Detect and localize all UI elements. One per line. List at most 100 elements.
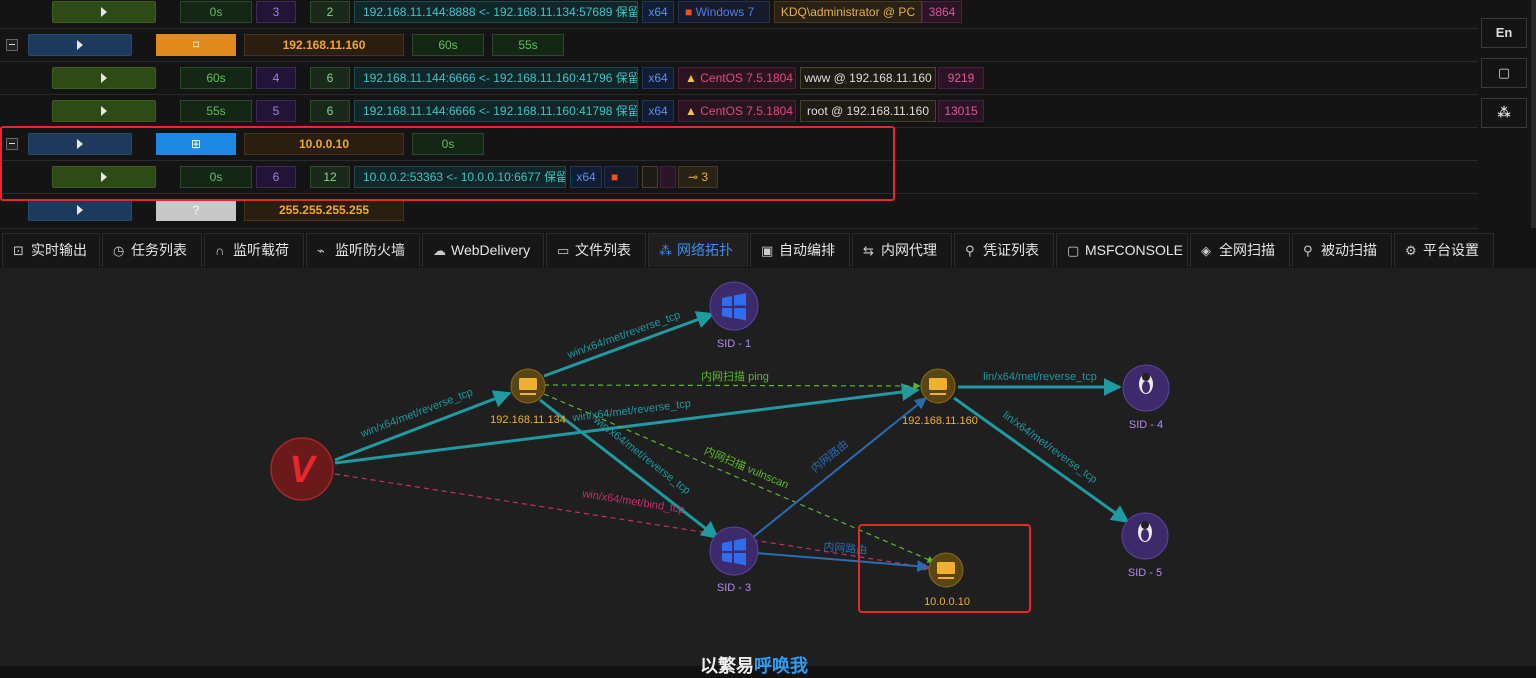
os-badge: ▲ CentOS 7.5.1804 xyxy=(678,100,796,122)
expand-button[interactable] xyxy=(52,1,156,23)
edge-scan-ping xyxy=(543,382,921,390)
heartbeat-time: 55s xyxy=(180,100,252,122)
tab-realtime-output[interactable]: ⊡ 实时输出 xyxy=(2,233,100,267)
computer-icon xyxy=(519,378,537,390)
os-badge: ■ Windows 7 xyxy=(678,1,770,23)
linux-host-icon: ⌑ xyxy=(192,38,200,52)
pid-badge: 3864 xyxy=(922,1,962,23)
node-label: SID - 3 xyxy=(717,582,751,594)
user-badge: KDQ\administrator @ PC xyxy=(774,1,922,23)
session-count: 6 xyxy=(310,100,350,122)
tab-label: WebDelivery xyxy=(451,242,531,258)
node-label: 192.168.11.134 xyxy=(490,414,566,426)
tab-msfconsole[interactable]: ▢ MSFCONSOLE xyxy=(1056,233,1188,267)
tab-label: 文件列表 xyxy=(575,242,631,258)
key-icon: ⚲ xyxy=(965,243,975,258)
edge-label: win/x64/met/reverse_tcp xyxy=(565,309,682,361)
tab-label: 任务列表 xyxy=(131,242,187,258)
edge-134-sid1 xyxy=(543,311,715,378)
tab-label: 实时输出 xyxy=(31,242,87,258)
host-row[interactable]: ⌑ 192.168.11.160 60s 55s xyxy=(0,29,1478,62)
host-ip: 255.255.255.255 xyxy=(244,199,404,221)
pid-badge: 13015 xyxy=(938,100,984,122)
edge-label: lin/x64/met/reverse_tcp xyxy=(1000,409,1099,486)
tab-task-list[interactable]: ◷ 任务列表 xyxy=(102,233,202,267)
edge-route-10 xyxy=(755,552,930,573)
cloud-icon: ☁ xyxy=(433,243,446,258)
session-count: 6 xyxy=(310,67,350,89)
language-button[interactable]: En xyxy=(1481,18,1527,48)
os-label: CentOS 7.5.1804 xyxy=(700,104,793,118)
connection-info: 192.168.11.144:6666 <- 192.168.11.160:41… xyxy=(354,100,638,122)
edge-label: 内网路由 xyxy=(823,539,868,557)
console-button[interactable]: ▢ xyxy=(1481,58,1527,88)
tab-webdelivery[interactable]: ☁ WebDelivery xyxy=(422,233,544,267)
edge-label: 内网扫描 vulnscan xyxy=(702,443,791,491)
tab-label: 全网扫描 xyxy=(1219,242,1275,258)
node-label: 192.168.11.160 xyxy=(902,415,978,427)
linux-icon: ▲ xyxy=(685,104,697,118)
linux-icon: ▲ xyxy=(685,71,697,85)
tab-label: 监听防火墙 xyxy=(335,242,405,258)
table-row[interactable]: 0s 3 2 192.168.11.144:8888 <- 192.168.11… xyxy=(0,0,1478,29)
node-label: SID - 5 xyxy=(1128,567,1162,579)
tab-passive-scan[interactable]: ⚲ 被动扫描 xyxy=(1292,233,1392,267)
network-icon: ⁂ xyxy=(1497,105,1511,120)
tab-label: 内网代理 xyxy=(881,242,937,258)
tab-listener-payload[interactable]: ∩ 监听载荷 xyxy=(204,233,304,267)
viper-node[interactable]: V xyxy=(270,437,334,501)
arch-badge: x64 xyxy=(642,100,674,122)
session-node-sid1[interactable]: SID - 1 xyxy=(709,281,759,350)
session-id: 5 xyxy=(256,100,296,122)
tab-listener-firewall[interactable]: ⌁ 监听防火墙 xyxy=(306,233,420,267)
footer-text-a: 以繁易 xyxy=(700,656,754,676)
session-node-sid3[interactable]: SID - 3 xyxy=(709,526,759,594)
expand-button[interactable] xyxy=(28,199,132,221)
edge-label: lin/x64/met/reverse_tcp xyxy=(983,371,1097,383)
radar-icon: ◈ xyxy=(1201,243,1211,258)
tab-auto-orchestrate[interactable]: ▣ 自动编排 xyxy=(750,233,850,267)
host-node-160[interactable]: 192.168.11.160 xyxy=(902,368,978,427)
pid-badge: 9219 xyxy=(938,67,984,89)
node-label: SID - 4 xyxy=(1129,419,1163,431)
folder-icon: ▭ xyxy=(557,243,570,258)
topology-button[interactable]: ⁂ xyxy=(1481,98,1527,128)
tab-file-list[interactable]: ▭ 文件列表 xyxy=(546,233,646,267)
host-type-badge: ? xyxy=(156,199,236,221)
tab-full-scan[interactable]: ◈ 全网扫描 xyxy=(1190,233,1290,267)
heartbeat-time: 60s xyxy=(180,67,252,89)
heartbeat-time: 0s xyxy=(180,1,252,23)
tab-label: 监听载荷 xyxy=(233,242,289,258)
edge-label: 内网扫描 ping xyxy=(701,369,769,383)
connection-info: 192.168.11.144:8888 <- 192.168.11.134:57… xyxy=(354,1,638,23)
tab-label: 平台设置 xyxy=(1423,242,1479,258)
expand-button[interactable] xyxy=(52,100,156,122)
computer-icon xyxy=(937,562,955,574)
session-node-sid4[interactable]: SID - 4 xyxy=(1122,364,1170,431)
expand-button[interactable] xyxy=(52,67,156,89)
edge-134-sid3 xyxy=(539,398,720,540)
tab-platform-settings[interactable]: ⚙ 平台设置 xyxy=(1394,233,1494,267)
footer-text-b: 呼唤我 xyxy=(754,656,808,676)
tab-credential-list[interactable]: ⚲ 凭证列表 xyxy=(954,233,1054,267)
host-time-1: 60s xyxy=(412,34,484,56)
scrollbar[interactable] xyxy=(1531,0,1536,228)
edge-route-160 xyxy=(751,397,927,539)
collapse-icon[interactable] xyxy=(6,39,18,51)
user-badge: root @ 192.168.11.160 xyxy=(800,100,936,122)
edge-160-sid5 xyxy=(953,396,1130,524)
session-node-sid5[interactable]: SID - 5 xyxy=(1121,512,1169,579)
arch-badge: x64 xyxy=(642,67,674,89)
network-icon: ⁂ xyxy=(659,243,672,258)
tab-bar: ⊡ 实时输出 ◷ 任务列表 ∩ 监听载荷 ⌁ 监听防火墙 ☁ WebDelivery ▭ 文… xyxy=(0,230,1536,269)
table-row[interactable]: 60s 4 6 192.168.11.144:6666 <- 192.168.1… xyxy=(0,62,1478,95)
tab-network-topology[interactable]: ⁂ 网络拓扑 xyxy=(648,233,748,267)
footer-text: 以繁易呼唤我 xyxy=(700,652,808,678)
table-row[interactable]: 55s 5 6 192.168.11.144:6666 <- 192.168.1… xyxy=(0,95,1478,128)
terminal-icon: ▢ xyxy=(1067,243,1080,258)
tab-label: MSFCONSOLE xyxy=(1085,242,1184,258)
tab-intranet-proxy[interactable]: ⇆ 内网代理 xyxy=(852,233,952,267)
expand-button[interactable] xyxy=(28,34,132,56)
topology-graph: win/x64/met/reverse_tcp win/x64/met/reve… xyxy=(0,268,1536,666)
host-node-10[interactable]: 10.0.0.10 xyxy=(924,552,970,608)
